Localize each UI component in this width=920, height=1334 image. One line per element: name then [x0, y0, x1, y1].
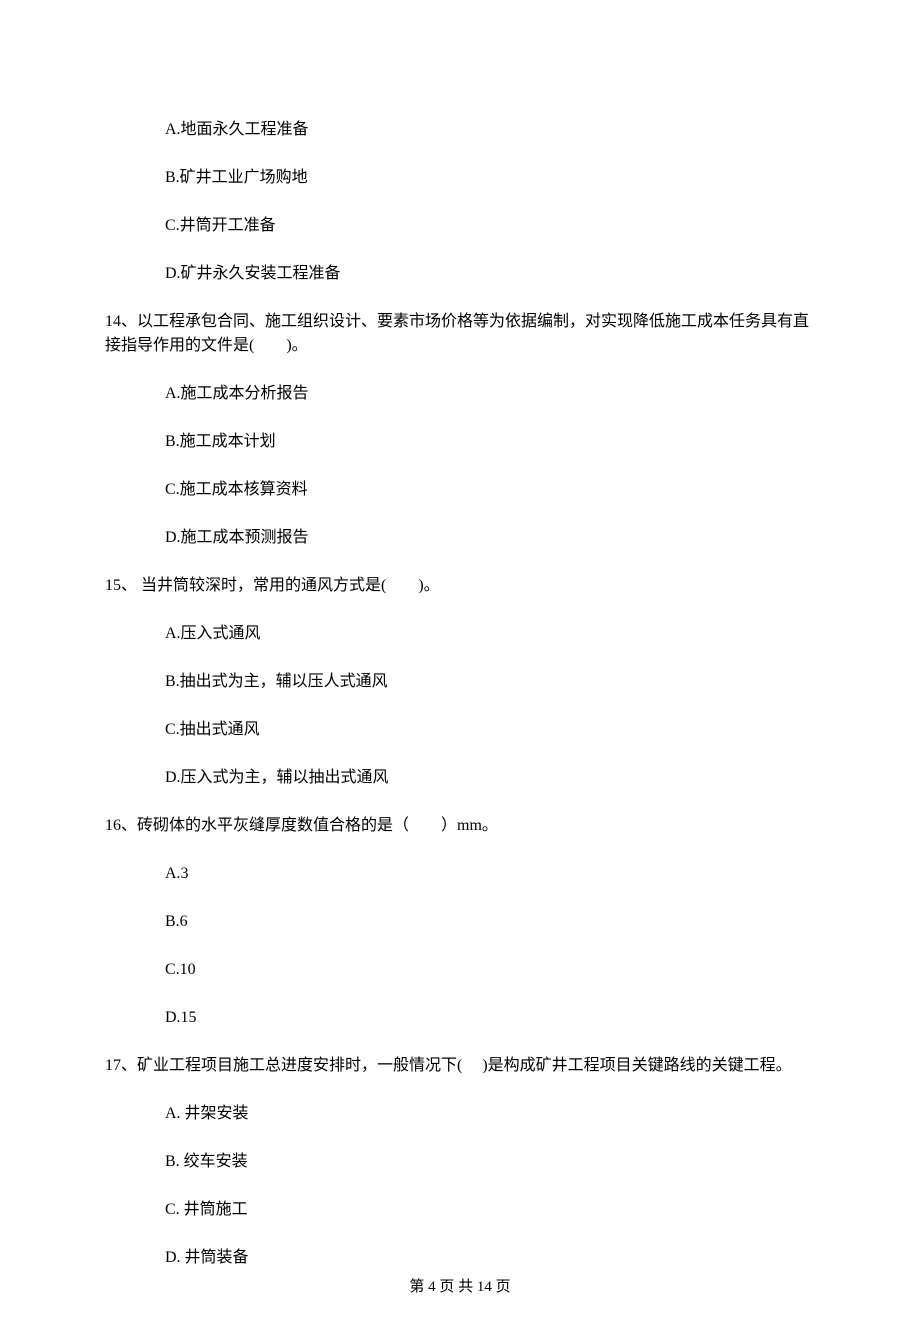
- q16-option-d: D.15: [165, 1006, 815, 1030]
- q13-option-d: D.矿井永久安装工程准备: [165, 262, 815, 286]
- q16-text: 16、砖砌体的水平灰缝厚度数值合格的是（ ）mm。: [105, 814, 815, 838]
- q16-option-b: B.6: [165, 910, 815, 934]
- q17-text: 17、矿业工程项目施工总进度安排时，一般情况下( )是构成矿井工程项目关键路线的…: [105, 1054, 815, 1078]
- q13-option-a: A.地面永久工程准备: [165, 118, 815, 142]
- q13-option-c: C.井筒开工准备: [165, 214, 815, 238]
- q14-text: 14、以工程承包合同、施工组织设计、要素市场价格等为依据编制，对实现降低施工成本…: [105, 310, 815, 358]
- q16-option-a: A.3: [165, 862, 815, 886]
- q15-option-a: A.压入式通风: [165, 622, 815, 646]
- document-page: A.地面永久工程准备 B.矿井工业广场购地 C.井筒开工准备 D.矿井永久安装工…: [0, 0, 920, 1334]
- q16-option-c: C.10: [165, 958, 815, 982]
- page-footer: 第 4 页 共 14 页: [0, 1276, 920, 1299]
- q17-option-b: B. 绞车安装: [165, 1150, 815, 1174]
- q17-option-d: D. 井筒装备: [165, 1246, 815, 1270]
- q17-option-c: C. 井筒施工: [165, 1198, 815, 1222]
- q15-text: 15、 当井筒较深时，常用的通风方式是( )。: [105, 574, 815, 598]
- q17-option-a: A. 井架安装: [165, 1102, 815, 1126]
- q14-option-b: B.施工成本计划: [165, 430, 815, 454]
- q15-option-c: C.抽出式通风: [165, 718, 815, 742]
- q14-option-a: A.施工成本分析报告: [165, 382, 815, 406]
- q14-option-c: C.施工成本核算资料: [165, 478, 815, 502]
- q13-option-b: B.矿井工业广场购地: [165, 166, 815, 190]
- q14-option-d: D.施工成本预测报告: [165, 526, 815, 550]
- q15-option-b: B.抽出式为主，辅以压人式通风: [165, 670, 815, 694]
- q15-option-d: D.压入式为主，辅以抽出式通风: [165, 766, 815, 790]
